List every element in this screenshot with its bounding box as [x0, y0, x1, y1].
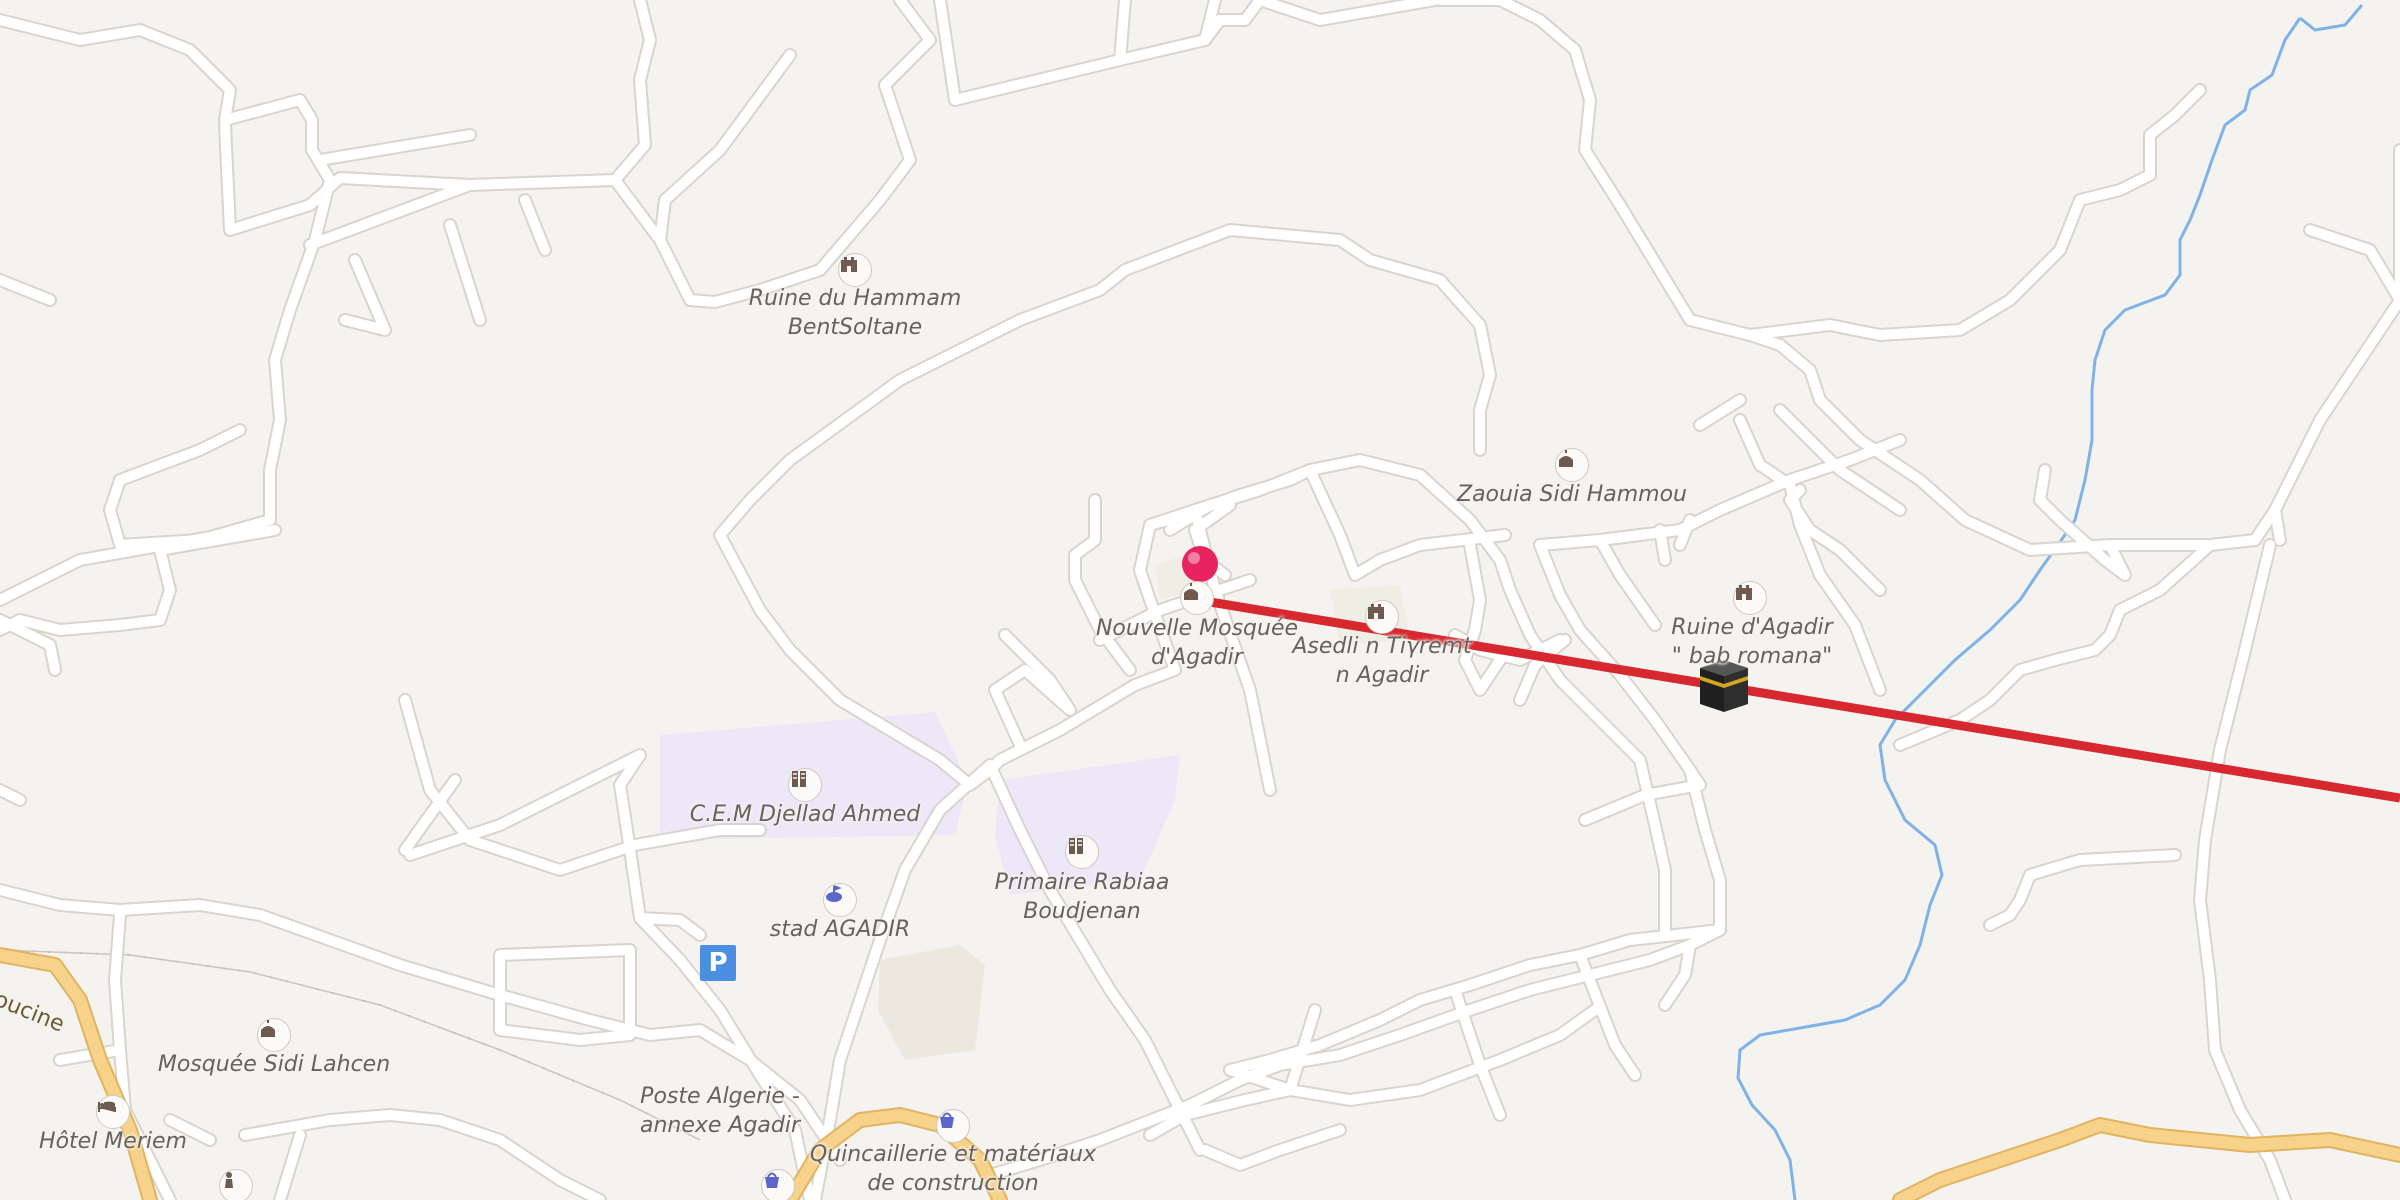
place-label-stad[interactable]: stad AGADIR [770, 915, 910, 944]
place-label-nouvelle-mosquee[interactable]: Nouvelle Mosquée d'Agadir [1096, 614, 1298, 672]
place-label-quincaillerie[interactable]: Quincaillerie et matériaux de constructio… [810, 1140, 1096, 1198]
shop-icon[interactable] [936, 1109, 970, 1143]
hotel-icon[interactable] [96, 1095, 130, 1129]
parking-icon[interactable]: P [700, 945, 736, 981]
place-label-zaouia[interactable]: Zaouia Sidi Hammou [1457, 480, 1687, 509]
place-label-ruine-hammam[interactable]: Ruine du Hammam BentSoltane [749, 284, 962, 342]
school-icon[interactable] [1065, 835, 1099, 869]
building-block [878, 945, 985, 1060]
ruin-icon[interactable] [1365, 600, 1399, 634]
post-icon[interactable] [219, 1169, 253, 1200]
shop-icon[interactable] [761, 1169, 795, 1200]
mosque-icon[interactable] [1180, 581, 1214, 615]
ruin-icon[interactable] [1733, 581, 1767, 615]
mosque-icon[interactable] [257, 1018, 291, 1052]
place-label-asedli[interactable]: Asedli n Tiγremt n Agadir [1292, 632, 1471, 690]
location-pin-icon[interactable] [1182, 546, 1218, 582]
ruin-icon[interactable] [838, 253, 872, 287]
place-label-poste[interactable]: Poste Algerie - annexe Agadir [640, 1082, 800, 1140]
map-canvas[interactable]: P Ruine du Hammam BentSoltane Zaouia Sidi… [0, 0, 2400, 1200]
place-label-cem[interactable]: C.E.M Djellad Ahmed [690, 800, 920, 829]
school-icon[interactable] [788, 768, 822, 802]
place-label-mosquee-sidi-lahcen[interactable]: Mosquée Sidi Lahcen [158, 1050, 390, 1079]
place-label-hotel[interactable]: Hôtel Meriem [39, 1127, 187, 1156]
mosque-icon[interactable] [1555, 448, 1589, 482]
place-label-ruine-agadir[interactable]: Ruine d'Agadir " bab romana" [1671, 613, 1832, 671]
stadium-icon[interactable] [823, 883, 857, 917]
place-label-primaire[interactable]: Primaire Rabiaa Boudjenan [995, 868, 1170, 926]
